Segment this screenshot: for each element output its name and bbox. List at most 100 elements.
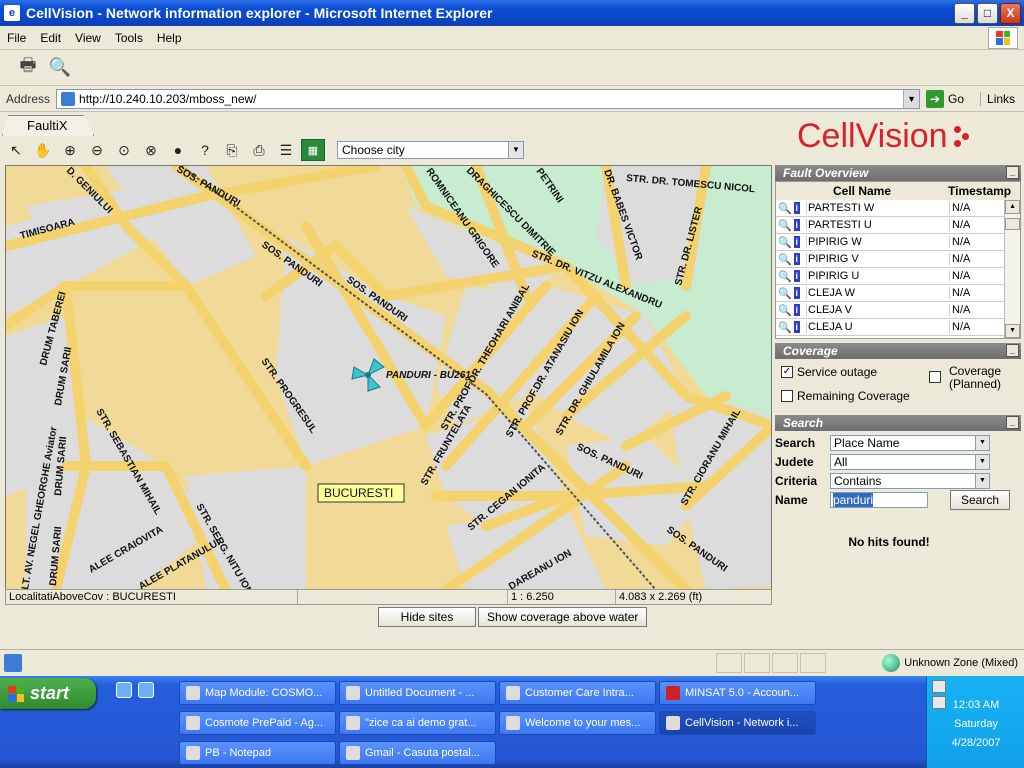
menu-file[interactable]: File	[0, 31, 33, 45]
col-cell-name[interactable]: Cell Name	[776, 184, 948, 198]
circle-icon[interactable]: ●	[166, 139, 190, 161]
pan-hand-icon[interactable]: ✋	[31, 139, 55, 161]
map-button-row: Hide sites Show coverage above water	[378, 607, 648, 627]
address-dropdown-icon[interactable]: ▼	[903, 89, 920, 108]
table-row[interactable]: 🔍 i PARTESTI W N/A	[776, 200, 1020, 217]
map-view[interactable]: SOS. PANDURI SOS. PANDURI SOS. PANDURI S…	[5, 165, 772, 603]
security-zone[interactable]: Unknown Zone (Mixed)	[882, 653, 1024, 672]
chevron-down-icon[interactable]: ▼	[975, 454, 989, 469]
address-input[interactable]: http://10.240.10.203/mboss_new/ ▼	[56, 88, 921, 109]
taskbar-item[interactable]: "zice ca ai demo grat...	[339, 711, 496, 735]
minimize-button[interactable]: _	[954, 2, 975, 24]
info-icon[interactable]: i	[793, 287, 800, 299]
info-icon[interactable]: i	[793, 202, 800, 214]
notepad-icon	[186, 746, 200, 760]
table-row[interactable]: 🔍 i CLEJA V N/A	[776, 302, 1020, 319]
desktop-quicklaunch-icon[interactable]	[138, 682, 154, 698]
zoom-icon[interactable]: 🔍	[778, 253, 792, 266]
info-icon[interactable]: i	[793, 236, 800, 248]
info-icon[interactable]: i	[793, 270, 800, 282]
scroll-up-icon[interactable]: ▲	[1005, 200, 1020, 214]
taskbar-item[interactable]: Gmail - Casuta postal...	[339, 741, 496, 765]
info-icon[interactable]: i	[793, 219, 800, 231]
minimize-panel-button[interactable]: _	[1006, 344, 1019, 357]
planned-coverage-checkbox[interactable]	[929, 371, 941, 383]
name-input-value: panduri	[833, 492, 874, 507]
zoom-icon[interactable]: 🔍	[778, 321, 792, 334]
zoom-extent-icon[interactable]: ⊙	[112, 139, 136, 161]
info-icon[interactable]: i	[793, 321, 800, 333]
chevron-down-icon[interactable]: ▼	[975, 435, 989, 450]
start-button[interactable]: start	[0, 678, 96, 709]
menu-tools[interactable]: Tools	[108, 31, 150, 45]
maximize-button[interactable]: □	[977, 2, 998, 24]
city-select[interactable]: Choose city ▼	[337, 141, 524, 159]
tab-faultix[interactable]: FaultiX	[2, 115, 95, 136]
search-button[interactable]: Search	[950, 489, 1010, 510]
zoom-icon[interactable]: 🔍	[778, 304, 792, 317]
chevron-down-icon[interactable]: ▼	[975, 473, 989, 488]
minimize-panel-button[interactable]: _	[1006, 166, 1019, 179]
hide-sites-button[interactable]: Hide sites	[378, 607, 476, 627]
zoom-icon[interactable]: 🔍	[778, 202, 792, 215]
search-type-select[interactable]: Place Name ▼	[830, 434, 990, 451]
print-icon[interactable]: 🖶	[14, 54, 42, 82]
table-row[interactable]: 🔍 i PIPIRIG V N/A	[776, 251, 1020, 268]
zoom-out-icon[interactable]: ⊖	[85, 139, 109, 161]
judete-select[interactable]: All ▼	[830, 453, 990, 470]
legend-icon[interactable]: ☰	[274, 139, 298, 161]
pointer-icon[interactable]: ↖	[4, 139, 28, 161]
col-timestamp[interactable]: Timestamp	[948, 184, 1011, 198]
copy-icon[interactable]: ⎘	[220, 139, 244, 161]
minimize-panel-button[interactable]: _	[1006, 416, 1019, 429]
taskbar-item[interactable]: Customer Care Intra...	[499, 681, 656, 705]
zoom-icon[interactable]: 🔍	[778, 287, 792, 300]
scroll-thumb[interactable]	[1005, 218, 1020, 230]
taskbar-item-active[interactable]: CellVision - Network i...	[659, 711, 816, 735]
taskbar-item[interactable]: Map Module: COSMO...	[179, 681, 336, 705]
criteria-select[interactable]: Contains ▼	[830, 472, 990, 489]
zoom-icon[interactable]: 🔍	[778, 236, 792, 249]
layers-icon[interactable]: ▦	[301, 139, 325, 161]
print-icon[interactable]: ⎙	[247, 139, 271, 161]
taskbar-item[interactable]: Untitled Document - ...	[339, 681, 496, 705]
zoom-clear-icon[interactable]: ⊗	[139, 139, 163, 161]
table-row[interactable]: 🔍 i PARTESTI U N/A	[776, 217, 1020, 234]
menu-edit[interactable]: Edit	[33, 31, 68, 45]
zoom-icon[interactable]: 🔍	[778, 219, 792, 232]
name-input[interactable]: panduri	[830, 491, 928, 508]
menu-help[interactable]: Help	[150, 31, 189, 45]
go-label: Go	[948, 91, 965, 106]
coverage-section: ✓ Service outage Remaining Coverage Cove…	[775, 359, 1021, 415]
taskbar-item[interactable]: PB - Notepad	[179, 741, 336, 765]
taskbar-item[interactable]: Cosmote PrePaid - Ag...	[179, 711, 336, 735]
table-row[interactable]: 🔍 i CLEJA W N/A	[776, 285, 1020, 302]
network-icon[interactable]	[932, 680, 946, 693]
window-title-bar[interactable]: e CellVision - Network information explo…	[0, 0, 1024, 26]
links-button[interactable]: Links	[980, 91, 1015, 106]
ie-quicklaunch-icon[interactable]	[116, 682, 132, 698]
info-icon[interactable]: i	[793, 304, 800, 316]
table-scrollbar[interactable]: ▲ ▼	[1004, 200, 1020, 338]
print-preview-icon[interactable]: 🔍	[46, 54, 74, 82]
go-button[interactable]: ➔ Go	[926, 89, 965, 108]
ie-icon	[346, 746, 360, 760]
scroll-down-icon[interactable]: ▼	[1005, 324, 1020, 338]
table-row[interactable]: 🔍 i PIPIRIG U N/A	[776, 268, 1020, 285]
zoom-icon[interactable]: 🔍	[778, 270, 792, 283]
service-outage-checkbox[interactable]: ✓	[781, 366, 793, 378]
remaining-coverage-checkbox[interactable]	[781, 390, 793, 402]
zoom-in-icon[interactable]: ⊕	[58, 139, 82, 161]
menu-view[interactable]: View	[68, 31, 108, 45]
close-button[interactable]: X	[1000, 2, 1021, 24]
address-url[interactable]: http://10.240.10.203/mboss_new/	[79, 92, 903, 106]
clock[interactable]: 12:03 AM Saturday 4/28/2007	[927, 696, 1024, 753]
chevron-down-icon[interactable]: ▼	[508, 142, 523, 158]
table-row[interactable]: 🔍 i CLEJA U N/A	[776, 319, 1020, 336]
taskbar-item[interactable]: MINSAT 5.0 - Accoun...	[659, 681, 816, 705]
info-icon[interactable]: i	[793, 253, 800, 265]
show-coverage-button[interactable]: Show coverage above water	[478, 607, 648, 627]
help-icon[interactable]: ?	[193, 139, 217, 161]
taskbar-item[interactable]: Welcome to your mes...	[499, 711, 656, 735]
table-row[interactable]: 🔍 i PIPIRIG W N/A	[776, 234, 1020, 251]
